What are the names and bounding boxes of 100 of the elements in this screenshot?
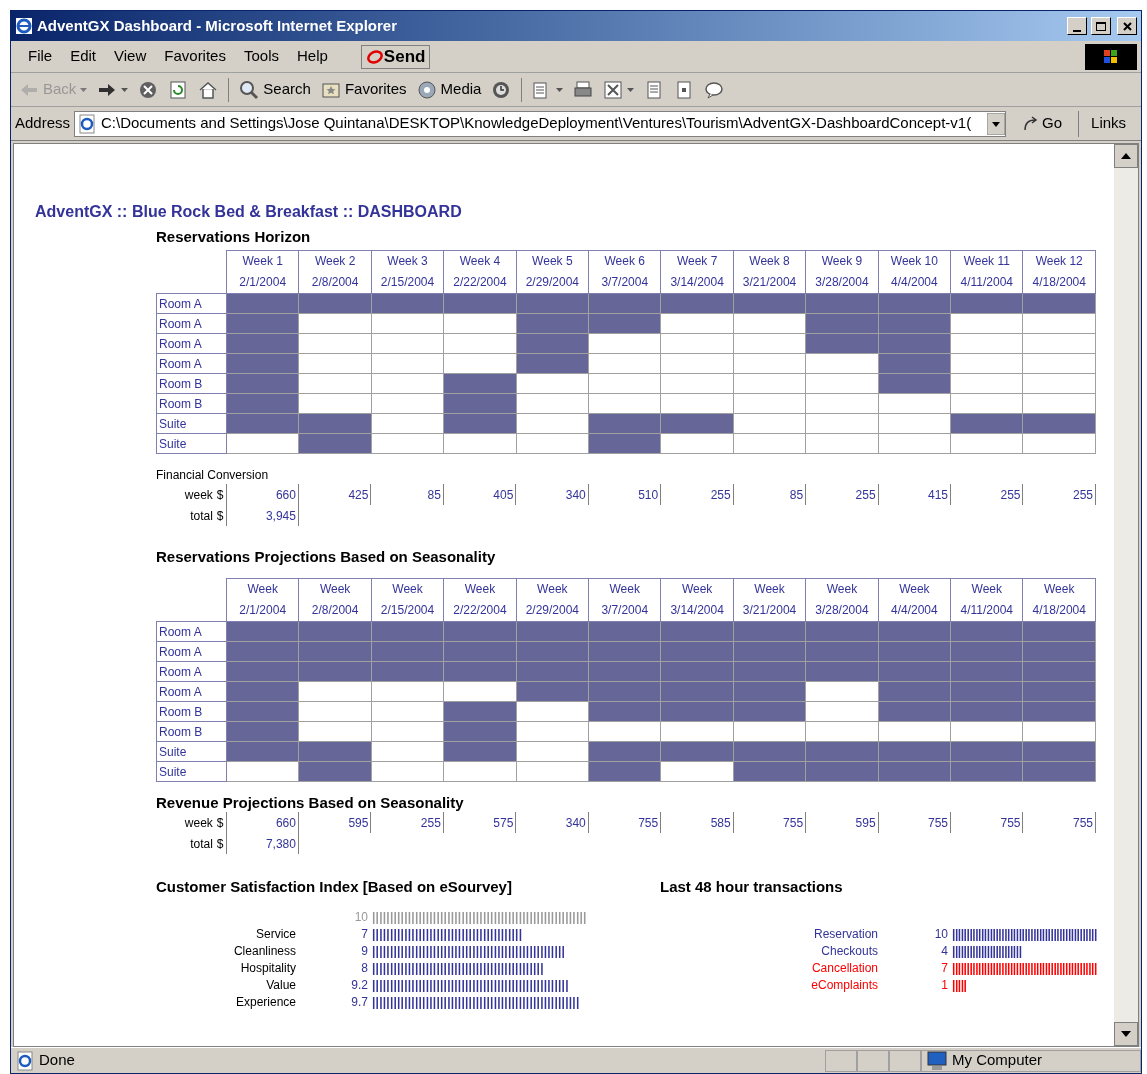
home-button[interactable] xyxy=(198,79,219,100)
menu-item[interactable]: View xyxy=(105,45,156,68)
window-title: AdventGX Dashboard - Microsoft Internet Explorer xyxy=(37,15,399,36)
bar-text: ||||| xyxy=(952,977,967,992)
browser-icon xyxy=(15,17,33,35)
status-panel xyxy=(857,1049,889,1072)
week-header: Week 1 2/1/2004 xyxy=(226,250,299,294)
bar-text: |||||||||||||||||||||||||||||||||||||||||||||||||| xyxy=(952,960,1097,975)
week-header: Week 5 2/29/2004 xyxy=(516,250,589,294)
week-header: Week 9 3/28/2004 xyxy=(805,250,879,294)
windows-logo-icon xyxy=(1085,43,1137,70)
week-amount: 340 xyxy=(564,814,587,832)
menu-item[interactable]: Edit xyxy=(61,45,106,68)
edit-icon xyxy=(603,79,624,100)
status-panel xyxy=(825,1049,857,1072)
metric-label: Checkouts xyxy=(820,942,878,960)
week-amount: 755 xyxy=(1071,814,1094,832)
page-icon xyxy=(77,113,98,134)
section-title: Reservations Horizon xyxy=(156,227,312,247)
room-label: Room A xyxy=(156,641,227,662)
history-button[interactable] xyxy=(491,79,512,100)
room-label: Suite xyxy=(156,741,227,762)
row-label: total xyxy=(190,835,213,853)
messenger-button[interactable] xyxy=(704,79,725,100)
metric-label: Cleanliness xyxy=(232,942,296,960)
metric-label: Value xyxy=(265,976,296,994)
bar-text: |||||||||||||||||||||||||||||||||||||||||||||||||| xyxy=(952,926,1097,941)
links-button[interactable]: Links xyxy=(1091,112,1127,135)
close-icon xyxy=(1122,21,1132,31)
minimize-button[interactable] xyxy=(1067,17,1087,35)
search-button[interactable]: Search xyxy=(239,78,311,101)
total-amount: 3,945 xyxy=(264,507,297,525)
week-amount: 85 xyxy=(788,486,805,504)
home-icon xyxy=(198,79,219,100)
mail-button[interactable] xyxy=(532,79,564,100)
metric-label: Hospitality xyxy=(239,959,296,977)
section-label: Financial Conversion xyxy=(156,467,270,484)
page-icon xyxy=(15,1050,35,1071)
menu-item[interactable]: Tools xyxy=(234,45,288,68)
week-header: Week 2/29/2004 xyxy=(516,578,589,622)
room-label: Room A xyxy=(156,681,227,702)
week-header: Week 6 3/7/2004 xyxy=(588,250,661,294)
send-button[interactable]: Send xyxy=(360,44,431,69)
go-button[interactable]: Go xyxy=(1022,112,1063,135)
metric-value: 7 xyxy=(360,925,369,943)
week-amount: 415 xyxy=(927,486,950,504)
print-button[interactable] xyxy=(573,79,594,100)
metric-value: 4 xyxy=(940,942,949,960)
scroll-down-icon[interactable] xyxy=(1114,1022,1138,1046)
week-amount: 255 xyxy=(709,486,732,504)
clock-icon xyxy=(491,79,512,100)
week-amount: 660 xyxy=(274,814,297,832)
total-amount: 7,380 xyxy=(264,835,297,853)
section-title: Last 48 hour transactions xyxy=(660,877,844,897)
metric-value: 10 xyxy=(933,925,949,943)
caret-icon xyxy=(80,87,88,92)
row-label: week xyxy=(184,814,213,832)
week-amount: 255 xyxy=(999,486,1022,504)
printer-icon xyxy=(573,79,594,100)
currency-label: $ xyxy=(216,814,224,832)
currency-label: $ xyxy=(216,835,224,853)
week-amount: 755 xyxy=(999,814,1022,832)
menu-item[interactable]: Favorites xyxy=(155,45,235,68)
week-header: Week 8 3/21/2004 xyxy=(733,250,806,294)
room-label: Suite xyxy=(156,433,227,454)
metric-value: 9 xyxy=(360,942,369,960)
page-heading: AdventGX :: Blue Rock Bed & Breakfast :: DASHBOARD xyxy=(35,202,463,222)
metric-value: 9.7 xyxy=(350,993,369,1011)
week-header: Week 4/11/2004 xyxy=(950,578,1023,622)
close-button[interactable] xyxy=(1117,17,1137,35)
minimize-icon xyxy=(1073,30,1081,32)
edit-button[interactable] xyxy=(603,79,635,100)
favorites-button[interactable]: Favorites xyxy=(320,78,407,101)
maximize-button[interactable] xyxy=(1091,17,1111,35)
stop-button[interactable] xyxy=(138,79,159,100)
room-label: Room B xyxy=(156,393,227,414)
week-header: Week 2/1/2004 xyxy=(226,578,299,622)
scroll-up-icon[interactable] xyxy=(1114,144,1138,168)
address-field[interactable]: C:\Documents and Settings\Jose Quintana\DESKTOP\KnowledgeDeployment\Ventures\Tourism\AdventGX-DashboardConcept-v1( xyxy=(74,110,1007,137)
metric-label: Experience xyxy=(234,993,296,1011)
bar-text: |||||||||||||||||||||||||||||||||||||||||||||||||||||||||||| xyxy=(372,909,587,924)
week-amount: 255 xyxy=(854,486,877,504)
refresh-button[interactable] xyxy=(168,79,189,100)
media-button[interactable]: Media xyxy=(416,78,482,101)
week-header: Week 2 2/8/2004 xyxy=(298,250,372,294)
room-label: Room A xyxy=(156,293,227,314)
send-icon xyxy=(365,48,384,65)
scrollbar[interactable] xyxy=(1114,144,1138,1046)
metric-label: Service xyxy=(255,925,296,943)
week-amount: 405 xyxy=(492,486,515,504)
metric-label: Reservation xyxy=(812,925,878,943)
week-header: Week 11 4/11/2004 xyxy=(950,250,1023,294)
week-header: Week 2/15/2004 xyxy=(371,578,444,622)
room-label: Room A xyxy=(156,621,227,642)
menu-item[interactable]: Help xyxy=(288,45,337,68)
week-amount: 340 xyxy=(564,486,587,504)
room-label: Room A xyxy=(156,313,227,334)
week-header: Week 3 2/15/2004 xyxy=(371,250,444,294)
dropdown-icon[interactable] xyxy=(987,112,1006,135)
menu-item[interactable]: File xyxy=(19,45,62,68)
